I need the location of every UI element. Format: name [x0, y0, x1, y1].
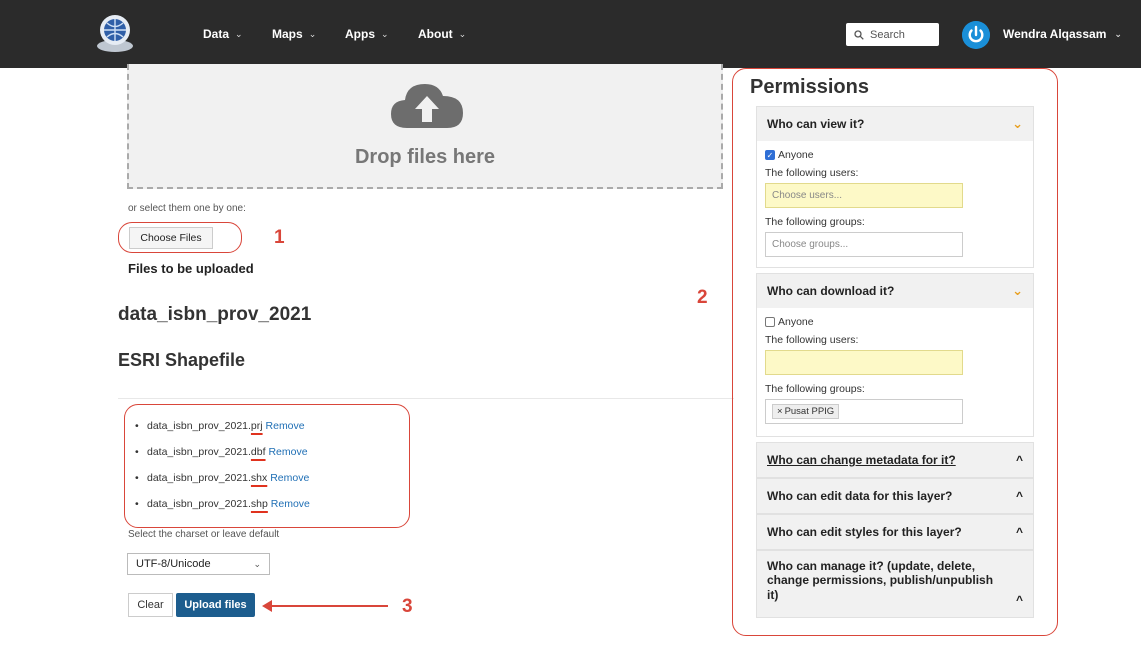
nav-apps[interactable]: Apps ⌄ [345, 27, 389, 41]
list-item: data_isbn_prov_2021.prj Remove [135, 420, 310, 446]
remove-file-link[interactable]: Remove [271, 498, 310, 510]
download-groups-label: The following groups: [765, 383, 865, 395]
chevron-up-icon: ^ [1015, 525, 1023, 539]
chevron-down-icon: ⌄ [381, 28, 389, 39]
view-groups-input[interactable]: Choose groups... [765, 232, 963, 257]
metadata-permission-section: Who can change metadata for it? ^ [756, 442, 1034, 478]
edit-data-permission-header[interactable]: Who can edit data for this layer? ^ [757, 479, 1033, 513]
chevron-down-icon: ⌄ [253, 558, 261, 569]
chevron-down-icon: ⌄ [1114, 28, 1122, 39]
view-permission-header[interactable]: Who can view it? ⌄ [757, 107, 1033, 141]
view-users-input[interactable]: Choose users... [765, 183, 963, 208]
chevron-down-icon: ⌄ [458, 28, 467, 39]
search-input[interactable]: Search [846, 23, 939, 46]
view-groups-label: The following groups: [765, 216, 865, 228]
top-navbar: Data ⌄ Maps ⌄ Apps ⌄ About ⌄ Search Wendra A… [0, 0, 1141, 68]
files-to-upload-heading: Files to be uploaded [128, 261, 254, 276]
download-groups-input[interactable]: × Pusat PPIG [765, 399, 963, 424]
choose-files-button[interactable]: Choose Files [129, 227, 213, 249]
annotation-number: 2 [697, 287, 708, 308]
remove-file-link[interactable]: Remove [270, 472, 309, 484]
list-item: data_isbn_prov_2021.dbf Remove [135, 446, 310, 472]
view-permission-section: Who can view it? ⌄ ✓ Anyone The followin… [756, 106, 1034, 268]
checkbox-checked-icon: ✓ [765, 150, 775, 160]
list-item: data_isbn_prov_2021.shx Remove [135, 472, 310, 498]
download-permission-header[interactable]: Who can download it? ⌄ [757, 274, 1033, 308]
charset-select[interactable]: UTF-8/Unicode ⌄ [127, 553, 270, 575]
annotation-number: 1 [274, 227, 285, 248]
download-users-input[interactable] [765, 350, 963, 375]
chevron-down-icon: ⌄ [308, 28, 317, 39]
chevron-up-icon: ^ [1015, 593, 1023, 607]
file-list: data_isbn_prov_2021.prj Remove data_isbn… [135, 420, 310, 524]
group-tag: × Pusat PPIG [772, 404, 840, 419]
edit-styles-permission-section: Who can edit styles for this layer? ^ [756, 514, 1034, 550]
remove-file-link[interactable]: Remove [268, 446, 307, 458]
download-permission-section: Who can download it? ⌄ Anyone The follow… [756, 273, 1034, 437]
site-logo-icon[interactable] [92, 10, 138, 56]
chevron-down-icon: ⌄ [1012, 283, 1023, 298]
nav-maps[interactable]: Maps ⌄ [272, 27, 316, 41]
edit-styles-permission-header[interactable]: Who can edit styles for this layer? ^ [757, 515, 1033, 549]
download-users-label: The following users: [765, 334, 859, 346]
user-power-icon[interactable] [962, 21, 990, 49]
file-dropzone[interactable]: Drop files here [127, 64, 723, 189]
metadata-permission-header[interactable]: Who can change metadata for it? ^ [757, 443, 1033, 477]
edit-data-permission-section: Who can edit data for this layer? ^ [756, 478, 1034, 514]
search-icon [854, 29, 864, 40]
search-placeholder: Search [870, 28, 905, 41]
user-menu[interactable]: Wendra Alqassam ⌄ [1003, 27, 1122, 41]
view-users-label: The following users: [765, 167, 859, 179]
username-label: Wendra Alqassam [1003, 27, 1107, 41]
chevron-down-icon: ⌄ [235, 28, 243, 39]
divider [118, 398, 734, 399]
chevron-up-icon: ^ [1015, 453, 1023, 467]
list-item: data_isbn_prov_2021.shp Remove [135, 498, 310, 524]
remove-file-link[interactable]: Remove [266, 420, 305, 432]
tag-remove-icon[interactable]: × [777, 406, 783, 417]
dataset-name: data_isbn_prov_2021 [118, 304, 312, 325]
drop-files-text: Drop files here [354, 146, 496, 168]
annotation-arrow-line [268, 605, 388, 607]
nav-data[interactable]: Data ⌄ [203, 27, 243, 41]
upload-files-button[interactable]: Upload files [176, 593, 255, 617]
manage-permission-header[interactable]: Who can manage it? (update, delete, chan… [757, 551, 1033, 617]
checkbox-unchecked-icon [765, 317, 775, 327]
charset-label: Select the charset or leave default [128, 529, 280, 540]
dataset-type: ESRI Shapefile [118, 350, 246, 370]
manage-permission-section: Who can manage it? (update, delete, chan… [756, 550, 1034, 618]
annotation-number: 3 [402, 596, 413, 617]
select-hint: or select them one by one: [128, 203, 246, 214]
chevron-down-icon: ⌄ [1012, 116, 1023, 131]
download-anyone-checkbox[interactable]: Anyone [765, 316, 1025, 328]
permissions-title: Permissions [750, 76, 869, 98]
cloud-upload-icon [391, 84, 463, 128]
chevron-up-icon: ^ [1015, 489, 1023, 503]
view-anyone-checkbox[interactable]: ✓ Anyone [765, 149, 1025, 161]
nav-about[interactable]: About ⌄ [418, 27, 466, 41]
clear-button[interactable]: Clear [128, 593, 173, 617]
